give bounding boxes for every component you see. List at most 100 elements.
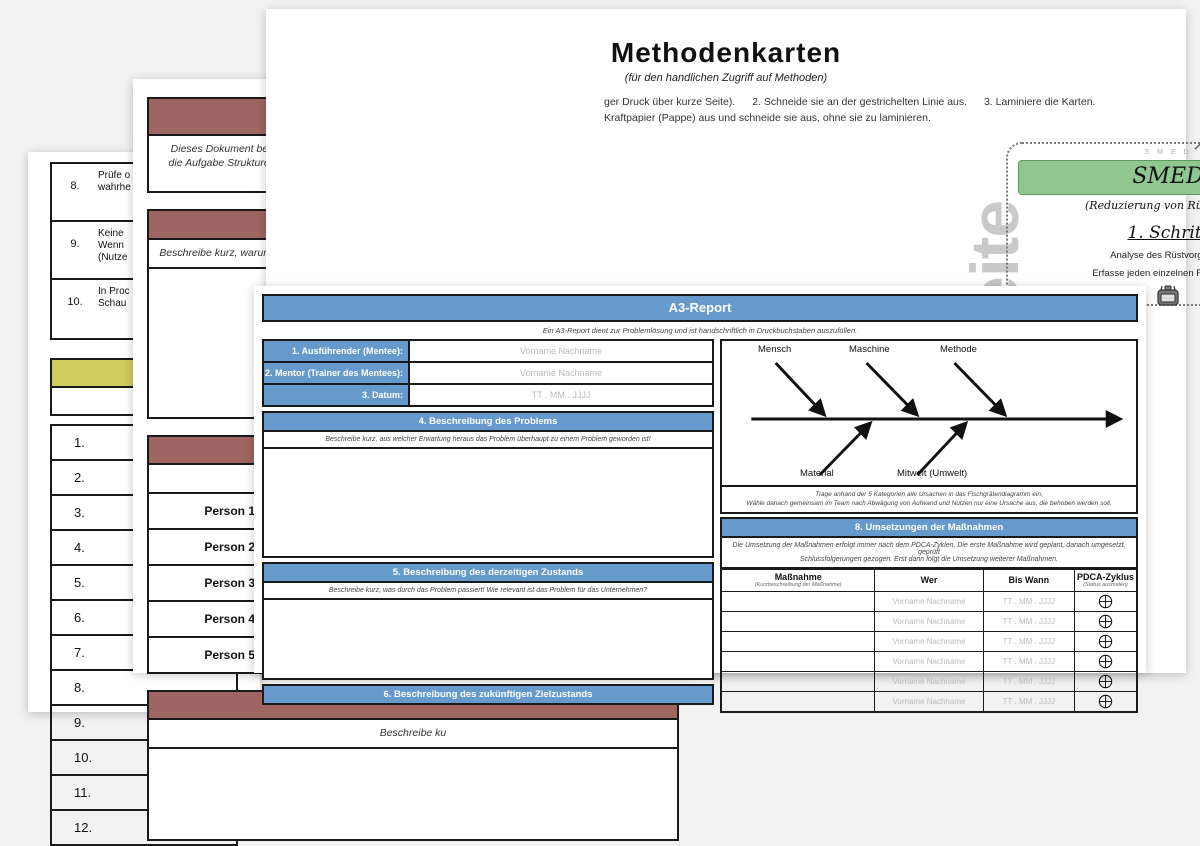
- table-row: Vorname Nachname TT . MM . JJJJ: [720, 691, 1138, 713]
- instruction-step: 3. Laminiere die Karten.: [983, 96, 1096, 108]
- section-hint-beschreibe: Beschreibe ku: [147, 720, 679, 749]
- cell-biswann[interactable]: TT . MM . JJJJ: [982, 611, 1076, 632]
- cell-massnahme[interactable]: [720, 651, 876, 672]
- cell-biswann[interactable]: TT . MM . JJJJ: [982, 651, 1076, 672]
- cell-pdca[interactable]: [1074, 691, 1138, 713]
- a3-section-header-8: 8. Umsetzungen der Maßnahmen: [720, 517, 1138, 538]
- method-card-tag: S M E D: [1144, 149, 1192, 156]
- cell-pdca[interactable]: [1074, 631, 1138, 652]
- measures-table-header-row: Maßnahme (Kurzbeschreibung der Maßnahme)…: [720, 569, 1138, 592]
- cell-pdca[interactable]: [1074, 651, 1138, 672]
- col-title: Bis Wann: [1008, 575, 1050, 585]
- pdca-circle-icon: [1098, 674, 1113, 689]
- person-label: Person 3:: [149, 566, 267, 600]
- measures-col-wer: Wer: [874, 569, 984, 592]
- table-row: Vorname Nachname TT . MM . JJJJ: [720, 671, 1138, 692]
- methodenkarten-title: Methodenkarten: [610, 37, 842, 68]
- a3-field-label: 2. Mentor (Trainer des Mentees):: [264, 363, 410, 383]
- cell-massnahme[interactable]: [720, 671, 876, 692]
- a3-measures-hint-line-2: Schlussfolgerungen gezogen. Erst dann fo…: [800, 556, 1058, 563]
- fishbone-diagram: Mensch Maschine Methode Material Mitwelt…: [720, 339, 1138, 487]
- stopwatch-icon: [1157, 285, 1179, 306]
- cell-biswann[interactable]: TT . MM . JJJJ: [982, 631, 1076, 652]
- col-title: PDCA-Zyklus: [1077, 572, 1135, 582]
- measures-col-massnahme: Maßnahme (Kurzbeschreibung der Maßnahme): [720, 569, 876, 592]
- a3-field-value[interactable]: TT . MM . JJJJ: [410, 385, 712, 405]
- pdca-circle-icon: [1098, 634, 1113, 649]
- fishbone-hint-line-1: Trage anhand der 5 Kategorien alle Ursac…: [815, 491, 1043, 498]
- document-preview-stage: 8. Prüfe o wahrhe 9. Keine Wenn (Nutze 1…: [0, 0, 1200, 846]
- table-row: Vorname Nachname TT . MM . JJJJ: [720, 631, 1138, 652]
- cell-wer[interactable]: Vorname Nachname: [874, 611, 984, 632]
- col-title: Maßnahme: [774, 572, 822, 582]
- cell-wer[interactable]: Vorname Nachname: [874, 671, 984, 692]
- list-item-number: 10.: [67, 296, 83, 308]
- measures-table: Maßnahme (Kurzbeschreibung der Maßnahme)…: [720, 569, 1138, 713]
- cell-pdca[interactable]: [1074, 671, 1138, 692]
- fishbone-label-mitwelt: Mitwelt (Umwelt): [897, 468, 968, 479]
- measures-col-biswann: Bis Wann: [982, 569, 1076, 592]
- pdca-circle-icon: [1098, 594, 1113, 609]
- cell-massnahme[interactable]: [720, 631, 876, 652]
- cell-massnahme[interactable]: [720, 591, 876, 612]
- a3-section-input-4[interactable]: [262, 449, 714, 558]
- instruction-step: ger Druck über kurze Seite).: [604, 96, 736, 108]
- instruction-step: 2. Schneide sie an der gestrichelten Lin…: [752, 96, 968, 108]
- a3-right-column: Mensch Maschine Methode Material Mitwelt…: [720, 339, 1138, 713]
- cell-wer[interactable]: Vorname Nachname: [874, 691, 984, 713]
- table-row: Vorname Nachname TT . MM . JJJJ: [720, 611, 1138, 632]
- fishbone-label-material: Material: [800, 468, 834, 479]
- method-card-smed[interactable]: S M E D SMED (Reduzierung von Rüstzeiten…: [1006, 142, 1200, 306]
- a3-left-column: 1. Ausführender (Mentee): Vorname Nachna…: [262, 339, 714, 713]
- col-subtitle: (Status ausmalen): [1083, 582, 1128, 588]
- a3-field-label: 3. Datum:: [264, 385, 410, 405]
- pdca-circle-icon: [1098, 614, 1113, 629]
- a3-field-row: 1. Ausführender (Mentee): Vorname Nachna…: [262, 339, 714, 361]
- pdca-circle-icon: [1098, 694, 1113, 709]
- cell-wer[interactable]: Vorname Nachname: [874, 631, 984, 652]
- cell-wer[interactable]: Vorname Nachname: [874, 591, 984, 612]
- sheet-a3-report[interactable]: A3-Report Ein A3-Report dient zur Proble…: [254, 286, 1146, 713]
- col-title: Wer: [920, 575, 938, 585]
- cell-wer[interactable]: Vorname Nachname: [874, 651, 984, 672]
- person-label: Person 2:: [149, 530, 267, 564]
- a3-section-header-4: 4. Beschreibung des Problems: [262, 411, 714, 432]
- a3-section-hint-5: Beschreibe kurz, was durch das Problem p…: [262, 583, 714, 600]
- col-subtitle: (Kurzbeschreibung der Maßnahme): [754, 582, 842, 588]
- cell-pdca[interactable]: [1074, 611, 1138, 632]
- a3-field-row: 3. Datum: TT . MM . JJJJ: [262, 383, 714, 407]
- a3-field-value[interactable]: Vorname Nachname: [410, 363, 712, 383]
- person-label: Person 5:: [149, 638, 267, 672]
- fishbone-hint: Trage anhand der 5 Kategorien alle Ursac…: [720, 487, 1138, 514]
- method-card-line-1: Analyse des Rüstvorgangs.: [1110, 250, 1200, 261]
- method-card-line-2: Erfasse jeden einzelnen Rüstschritt.: [1092, 268, 1200, 279]
- fishbone-label-mensch: Mensch: [758, 344, 792, 355]
- a3-section-input-5[interactable]: [262, 600, 714, 680]
- a3-field-value[interactable]: Vorname Nachname: [410, 341, 712, 361]
- methodenkarten-instructions: ger Druck über kurze Seite). 2. Schneide…: [604, 94, 1164, 126]
- table-row: Vorname Nachname TT . MM . JJJJ: [720, 591, 1138, 612]
- list-item-number: 9.: [70, 238, 80, 250]
- a3-report-title: A3-Report: [262, 294, 1138, 322]
- pdca-circle-icon: [1098, 654, 1113, 669]
- methodenkarten-subtitle: (für den handlichen Zugriff auf Methoden…: [624, 72, 828, 84]
- measures-col-pdca: PDCA-Zyklus (Status ausmalen): [1074, 569, 1138, 592]
- table-row: Vorname Nachname TT . MM . JJJJ: [720, 651, 1138, 672]
- measures-table-body: Vorname Nachname TT . MM . JJJJ Vorname …: [720, 591, 1138, 713]
- cell-massnahme[interactable]: [720, 611, 876, 632]
- a3-field-label: 1. Ausführender (Mentee):: [264, 341, 410, 361]
- method-card-step-label: 1. Schritt: [1127, 223, 1200, 243]
- fishbone-label-methode: Methode: [940, 344, 977, 355]
- a3-report-note: Ein A3-Report dient zur Problemlösung un…: [542, 326, 858, 335]
- instruction-step: Kraftpapier (Pappe) aus und schneide sie…: [604, 112, 931, 124]
- a3-measures-hint-line-1: Die Umsetzung der Maßnahmen erfolgt imme…: [732, 542, 1126, 556]
- cell-massnahme[interactable]: [720, 691, 876, 713]
- cell-pdca[interactable]: [1074, 591, 1138, 612]
- fishbone-label-maschine: Maschine: [849, 344, 890, 355]
- cell-biswann[interactable]: TT . MM . JJJJ: [982, 591, 1076, 612]
- a3-field-row: 2. Mentor (Trainer des Mentees): Vorname…: [262, 361, 714, 383]
- section-input-area[interactable]: [147, 749, 679, 841]
- cell-biswann[interactable]: TT . MM . JJJJ: [982, 691, 1076, 713]
- method-card-subtitle: (Reduzierung von Rüstzeiten): [1085, 199, 1200, 212]
- cell-biswann[interactable]: TT . MM . JJJJ: [982, 671, 1076, 692]
